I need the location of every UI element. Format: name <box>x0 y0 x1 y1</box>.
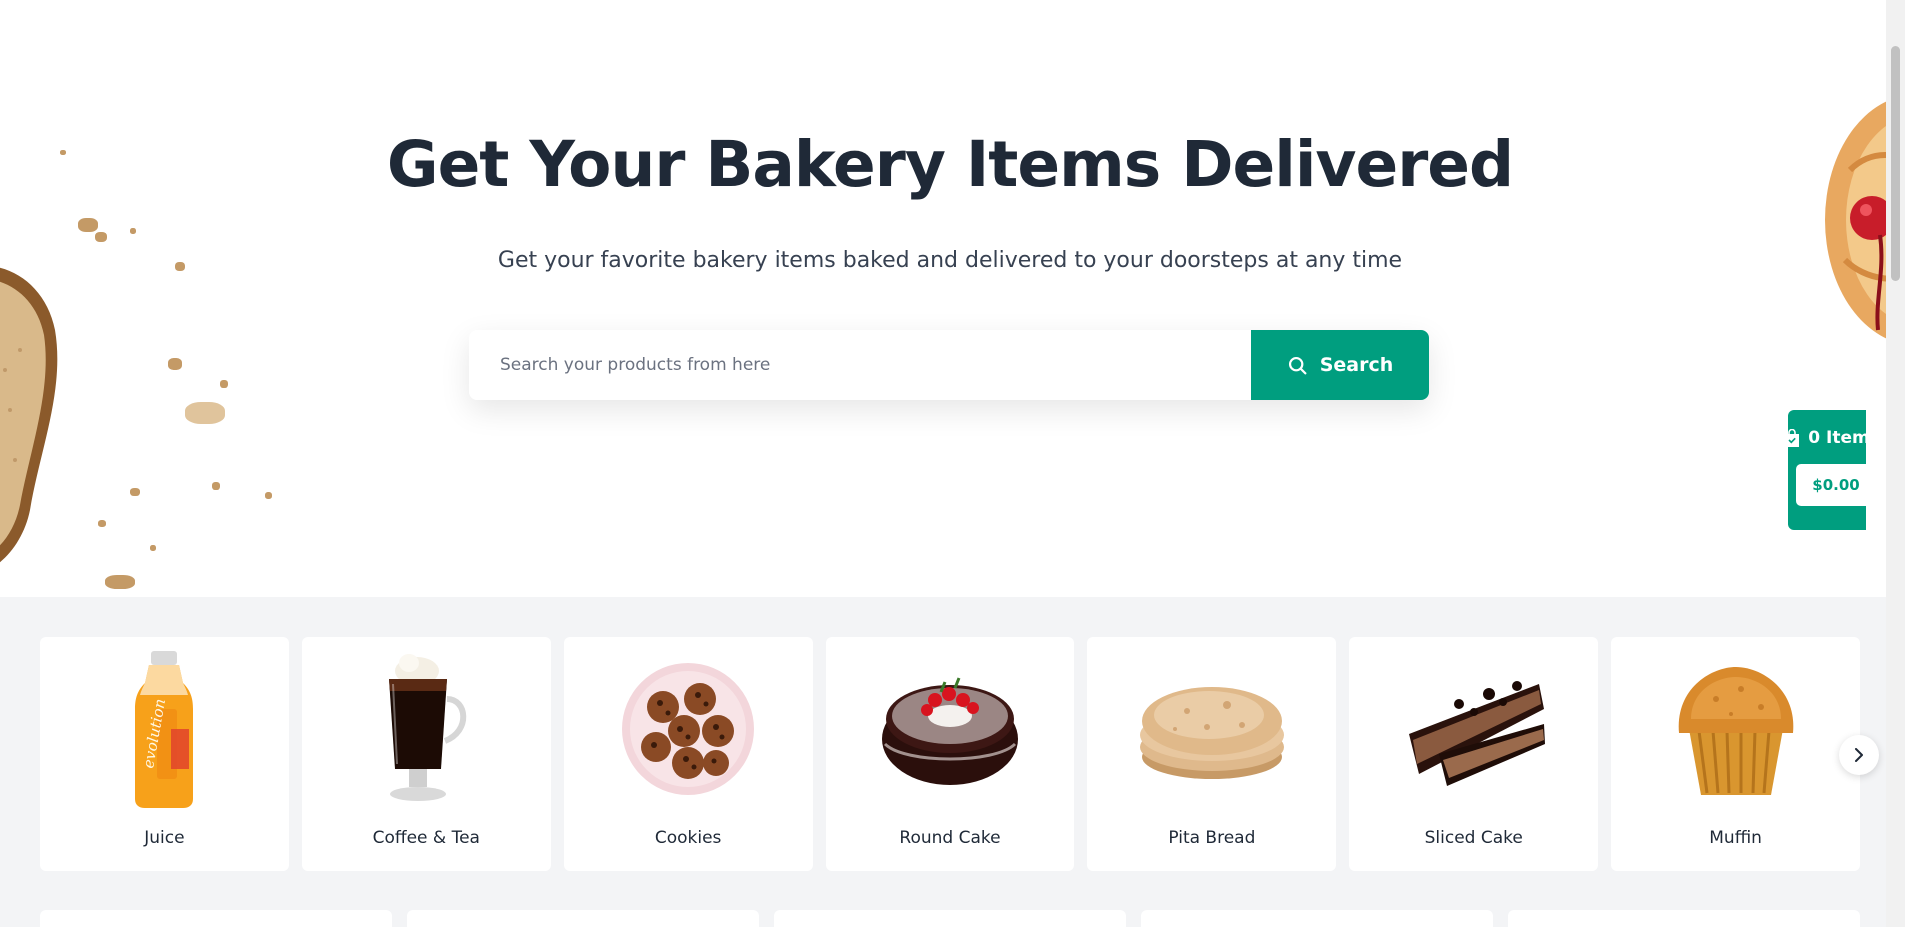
cherry-pastry-image <box>1825 101 1886 339</box>
cart-count: 0 Item <box>1808 428 1870 448</box>
product-card[interactable] <box>1141 910 1493 927</box>
category-carousel: evolution Juice Coffee & Tea Cookies Rou… <box>40 637 1861 871</box>
cookies-plate-image <box>622 663 755 795</box>
search-bar: Search <box>469 330 1429 400</box>
product-card[interactable] <box>407 910 759 927</box>
hero-subtitle: Get your favorite bakery items baked and… <box>497 248 1403 273</box>
round-cake-image <box>882 677 1018 785</box>
search-button-label: Search <box>1319 354 1394 376</box>
cart-widget[interactable]: 0 Item $0.00 <box>1785 410 1877 530</box>
muffin-image <box>1678 667 1793 795</box>
pita-bread-image <box>1139 687 1284 779</box>
juice-bottle-image: evolution <box>135 651 194 808</box>
search-icon <box>1288 356 1307 374</box>
page-scrollbar[interactable] <box>1886 0 1905 927</box>
category-card-cookies[interactable]: Cookies <box>563 637 813 871</box>
coffee-glass-image <box>389 654 467 801</box>
hero-title: Get Your Bakery Items Delivered <box>386 128 1514 201</box>
search-button[interactable]: Search <box>1251 330 1429 400</box>
search-input[interactable] <box>469 330 1251 400</box>
category-label: Muffin <box>1709 828 1762 848</box>
category-card-coffee-tea[interactable]: Coffee & Tea <box>301 637 551 871</box>
shopping-bag-icon <box>1785 428 1800 447</box>
category-label: Cookies <box>654 828 722 848</box>
cart-total: $0.00 <box>1795 464 1877 506</box>
category-label: Sliced Cake <box>1424 828 1523 848</box>
scrollbar-thumb[interactable] <box>1891 46 1900 281</box>
category-label: Pita Bread <box>1168 828 1256 848</box>
hero-banner: Get Your Bakery Items Delivered Get your… <box>0 0 1886 597</box>
category-card-sliced-cake[interactable]: Sliced Cake <box>1349 637 1599 871</box>
chevron-right-icon <box>1855 748 1863 762</box>
bread-slice-image <box>0 267 58 563</box>
sliced-cake-image <box>1408 681 1545 786</box>
category-label: Round Cake <box>899 828 1001 848</box>
category-card-juice[interactable]: evolution Juice <box>40 637 289 871</box>
carousel-next-button[interactable] <box>1839 735 1879 775</box>
product-card[interactable] <box>1508 910 1860 927</box>
category-card-muffin[interactable]: Muffin <box>1611 637 1861 871</box>
product-card[interactable] <box>40 910 392 927</box>
product-grid-peek <box>40 910 1860 927</box>
product-card[interactable] <box>774 910 1126 927</box>
category-card-round-cake[interactable]: Round Cake <box>825 637 1075 871</box>
category-label: Juice <box>144 828 185 848</box>
category-card-pita-bread[interactable]: Pita Bread <box>1087 637 1337 871</box>
category-label: Coffee & Tea <box>372 828 480 848</box>
